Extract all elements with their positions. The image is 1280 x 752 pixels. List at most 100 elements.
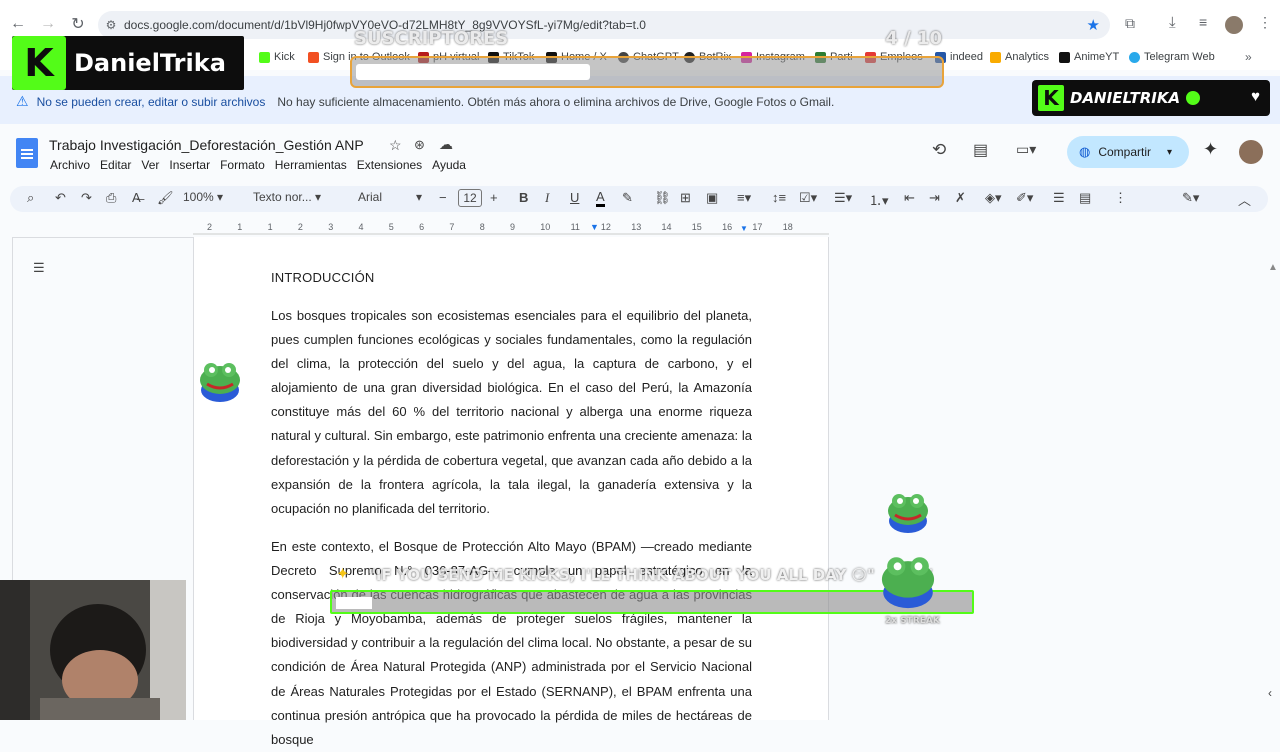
tab-search-icon[interactable]: ≡ [1199, 14, 1207, 30]
docs-header: Trabajo Investigación_Deforestación_Gest… [0, 124, 1280, 184]
redo-icon[interactable]: ↷ [81, 190, 92, 206]
globe-icon: ◍ [1079, 144, 1091, 159]
italic-icon[interactable]: I [545, 190, 549, 206]
document-title[interactable]: Trabajo Investigación_Deforestación_Gest… [49, 137, 364, 153]
frog-emote-icon [881, 557, 935, 609]
checklist-icon[interactable]: ☑▾ [799, 190, 817, 206]
forward-icon[interactable]: → [36, 12, 60, 36]
bookmark-analytics[interactable]: Analytics [990, 51, 1049, 63]
scroll-up-icon[interactable]: ▲ [1268, 262, 1278, 273]
menu-herramientas[interactable]: Herramientas [275, 158, 347, 172]
ruler-tick-label: 11 [570, 222, 580, 232]
more-options-icon[interactable]: ⋮ [1114, 190, 1127, 206]
clear-formatting-icon[interactable]: ✗ [955, 190, 966, 206]
bookmark-animeyt[interactable]: AnimeYT [1059, 51, 1119, 63]
frog-emote-icon [200, 363, 240, 402]
zoom-select[interactable]: 100% ▾ [183, 190, 223, 204]
menu-ver[interactable]: Ver [141, 158, 159, 172]
add-comment-icon[interactable]: ⊞ [680, 190, 691, 206]
bookmark-star-icon[interactable]: ★ [1087, 16, 1100, 34]
heading-introduccion[interactable]: INTRODUCCIÓN [271, 270, 375, 285]
undo-icon[interactable]: ↶ [55, 190, 66, 206]
increase-font-icon[interactable]: + [490, 190, 498, 205]
subscriber-goal-fill [356, 64, 591, 80]
indent-marker[interactable]: ▼ [590, 222, 599, 232]
comments-icon[interactable]: ▤ [973, 140, 988, 160]
ruler-tick-label: 18 [782, 222, 793, 232]
back-icon[interactable]: ← [6, 12, 30, 36]
increase-indent-icon[interactable]: ⇥ [929, 190, 940, 206]
account-avatar[interactable] [1239, 140, 1263, 164]
paragraph-1[interactable]: Los bosques tropicales son ecosistemas e… [271, 304, 752, 521]
menu-ayuda[interactable]: Ayuda [432, 158, 466, 172]
print-icon[interactable]: ⎙ [106, 190, 116, 206]
share-dropdown-icon[interactable]: ▾ [1167, 147, 1172, 158]
spellcheck-icon[interactable]: A̶ [132, 190, 141, 205]
align-icon[interactable]: ≡▾ [737, 190, 751, 206]
streak-label: 2x STREAK [885, 616, 940, 626]
fill-color-icon[interactable]: ◈▾ [985, 190, 1002, 206]
menu-editar[interactable]: Editar [100, 158, 131, 172]
insert-image-icon[interactable]: ▣ [706, 190, 718, 206]
font-size-input[interactable]: 12 [458, 189, 482, 207]
line-spacing-icon[interactable]: ↕≡ [772, 190, 786, 205]
menu-formato[interactable]: Formato [220, 158, 265, 172]
border-width-icon[interactable]: ☰ [1053, 190, 1065, 206]
bookmark-kick[interactable]: Kick [259, 51, 295, 63]
highlight-icon[interactable]: ✎ [622, 190, 633, 206]
document-page[interactable]: INTRODUCCIÓN Los bosques tropicales son … [193, 237, 829, 747]
download-icon[interactable]: ⤓ [1169, 14, 1176, 31]
editing-mode-icon[interactable]: ✎▾ [1182, 190, 1199, 206]
numbered-list-icon[interactable]: ⒈▾ [869, 190, 889, 209]
underline-icon[interactable]: U [570, 190, 579, 205]
profile-avatar[interactable] [1225, 16, 1243, 34]
right-indent-marker[interactable]: ▼ [740, 224, 748, 233]
paint-format-icon[interactable]: 🖌 [157, 190, 174, 206]
ruler-tick-label: 2 [297, 222, 303, 232]
kick-goal-message: "IF YOU SEND ME KICKS, I'LL THINK ABOUT … [368, 566, 875, 584]
border-dash-icon[interactable]: ▤ [1079, 190, 1091, 206]
menu-insertar[interactable]: Insertar [169, 158, 210, 172]
text-color-icon[interactable]: A [596, 190, 605, 207]
cloud-status-icon: ☁ [439, 136, 453, 152]
kick-badge-icon: K [1038, 85, 1064, 111]
font-value: Arial [358, 190, 383, 204]
ruler-tick-label: 14 [661, 222, 672, 232]
more-bookmarks-icon[interactable]: » [1245, 50, 1252, 64]
streamer-logo: K DanielTrika [12, 36, 244, 90]
horizontal-ruler[interactable]: 2 1 1 2 3 4 5 6 7 8 9 10 11 12 13 14 15 16 17 18 ▼ ▼ [193, 222, 829, 236]
sparkle-icon: ✦ [336, 566, 350, 583]
history-icon[interactable]: ⟲ [932, 140, 946, 160]
star-icon[interactable]: ☆ [389, 137, 402, 154]
search-menus-icon[interactable]: ⌕ [27, 190, 34, 206]
decrease-indent-icon[interactable]: ⇤ [904, 190, 915, 206]
decrease-font-icon[interactable]: − [439, 190, 447, 205]
share-button[interactable]: ◍ Compartir ▾ [1067, 136, 1189, 168]
bookmark-label: Telegram Web [1144, 51, 1215, 63]
border-color-icon[interactable]: ✐▾ [1016, 190, 1033, 206]
expand-side-panel-icon[interactable]: ‹ [1268, 686, 1272, 700]
reload-icon[interactable]: ↻ [66, 12, 90, 36]
meet-icon[interactable]: ▭▾ [1016, 141, 1036, 158]
bookmark-telegram[interactable]: Telegram Web [1129, 51, 1215, 63]
extensions-icon[interactable]: ⧉ [1125, 15, 1135, 32]
link-icon[interactable]: ⛓ [654, 190, 671, 206]
ruler-tick-label: 15 [691, 222, 702, 232]
browser-menu-icon[interactable]: ⋮ [1258, 14, 1272, 31]
site-info-icon[interactable]: ⚙ [98, 18, 124, 32]
menu-archivo[interactable]: Archivo [50, 158, 90, 172]
ruler-tick-label: 16 [722, 222, 733, 232]
outline-icon[interactable]: ☰ [33, 260, 45, 276]
font-select[interactable]: Arial ▾ [358, 190, 422, 204]
docs-logo-icon[interactable] [16, 138, 38, 168]
bulleted-list-icon[interactable]: ☰▾ [834, 190, 852, 206]
kick-goal-fill [336, 597, 372, 609]
ruler-tick-label: 1 [267, 222, 273, 232]
zoom-value: 100% [183, 190, 214, 204]
style-select[interactable]: Texto nor... ▾ [253, 190, 321, 204]
bold-icon[interactable]: B [519, 190, 528, 205]
gemini-icon[interactable]: ✦ [1203, 139, 1218, 160]
menu-extensiones[interactable]: Extensiones [357, 158, 422, 172]
collapse-menus-icon[interactable]: ︿ [1238, 190, 1251, 209]
move-folder-icon[interactable]: ⊛ [414, 137, 425, 153]
